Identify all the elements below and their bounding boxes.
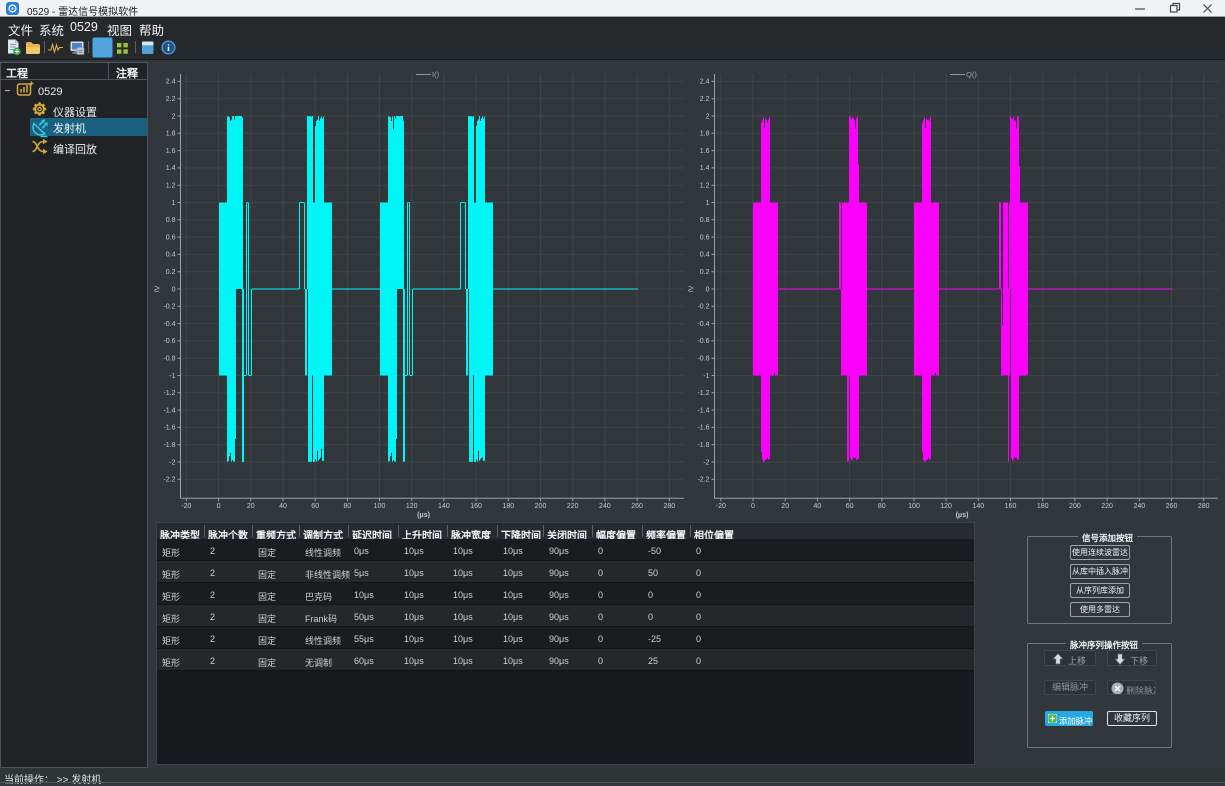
svg-text:-1.2: -1.2 bbox=[163, 390, 175, 397]
svg-text:120: 120 bbox=[406, 503, 418, 510]
svg-text:280: 280 bbox=[663, 503, 675, 510]
svg-text:0: 0 bbox=[217, 503, 221, 510]
svg-text:-2.2: -2.2 bbox=[163, 477, 175, 484]
svg-text:-1.6: -1.6 bbox=[697, 425, 709, 432]
svg-text:-1.4: -1.4 bbox=[163, 407, 175, 414]
svg-text:0.2: 0.2 bbox=[166, 269, 176, 276]
svg-text:2: 2 bbox=[706, 113, 710, 120]
svg-text:-1.8: -1.8 bbox=[163, 442, 175, 449]
svg-text:-1.6: -1.6 bbox=[163, 425, 175, 432]
svg-text:2.4: 2.4 bbox=[700, 79, 710, 86]
svg-text:240: 240 bbox=[1133, 503, 1145, 510]
svg-text:140: 140 bbox=[972, 503, 984, 510]
svg-text:20: 20 bbox=[781, 503, 789, 510]
svg-text:Q(): Q() bbox=[966, 70, 977, 79]
svg-text:2.2: 2.2 bbox=[166, 96, 176, 103]
svg-text:1.6: 1.6 bbox=[700, 148, 710, 155]
svg-text:1.8: 1.8 bbox=[166, 131, 176, 138]
svg-text:280: 280 bbox=[1198, 503, 1210, 510]
svg-text:0: 0 bbox=[751, 503, 755, 510]
svg-text:-0.6: -0.6 bbox=[697, 338, 709, 345]
svg-text:200: 200 bbox=[1069, 503, 1081, 510]
svg-text:160: 160 bbox=[1005, 503, 1017, 510]
svg-text:1.6: 1.6 bbox=[166, 148, 176, 155]
svg-text:180: 180 bbox=[502, 503, 514, 510]
svg-text:-0.2: -0.2 bbox=[163, 304, 175, 311]
svg-text:/V: /V bbox=[155, 285, 162, 292]
svg-text:260: 260 bbox=[631, 503, 643, 510]
svg-text:80: 80 bbox=[878, 503, 886, 510]
svg-text:100: 100 bbox=[374, 503, 386, 510]
svg-text:1.4: 1.4 bbox=[700, 165, 710, 172]
svg-text:20: 20 bbox=[247, 503, 255, 510]
svg-text:0.4: 0.4 bbox=[166, 252, 176, 259]
svg-text:40: 40 bbox=[279, 503, 287, 510]
svg-text:-20: -20 bbox=[181, 503, 191, 510]
svg-text:-0.2: -0.2 bbox=[697, 304, 709, 311]
svg-text:-20: -20 bbox=[716, 503, 726, 510]
svg-text:-1: -1 bbox=[169, 373, 175, 380]
svg-text:2: 2 bbox=[172, 113, 176, 120]
svg-text:-2: -2 bbox=[703, 459, 709, 466]
svg-text:60: 60 bbox=[846, 503, 854, 510]
svg-text:0.4: 0.4 bbox=[700, 252, 710, 259]
svg-text:120: 120 bbox=[940, 503, 952, 510]
svg-text:0.6: 0.6 bbox=[700, 234, 710, 241]
svg-text:140: 140 bbox=[438, 503, 450, 510]
svg-text:(μs): (μs) bbox=[956, 512, 969, 519]
svg-text:200: 200 bbox=[535, 503, 547, 510]
svg-text:-1.2: -1.2 bbox=[697, 390, 709, 397]
svg-text:0: 0 bbox=[706, 286, 710, 293]
svg-text:160: 160 bbox=[470, 503, 482, 510]
svg-text:0.6: 0.6 bbox=[166, 234, 176, 241]
svg-text:1.4: 1.4 bbox=[166, 165, 176, 172]
svg-text:180: 180 bbox=[1037, 503, 1049, 510]
svg-text:1: 1 bbox=[706, 200, 710, 207]
svg-text:0.8: 0.8 bbox=[700, 217, 710, 224]
svg-text:100: 100 bbox=[908, 503, 920, 510]
svg-text:260: 260 bbox=[1166, 503, 1178, 510]
svg-text:-0.8: -0.8 bbox=[163, 356, 175, 363]
svg-text:(μs): (μs) bbox=[417, 512, 430, 519]
svg-text:-2: -2 bbox=[169, 459, 175, 466]
svg-text:/V: /V bbox=[689, 285, 696, 292]
svg-text:240: 240 bbox=[599, 503, 611, 510]
svg-text:-2.2: -2.2 bbox=[697, 477, 709, 484]
svg-text:60: 60 bbox=[311, 503, 319, 510]
svg-text:-0.4: -0.4 bbox=[697, 321, 709, 328]
svg-text:40: 40 bbox=[814, 503, 822, 510]
svg-text:2.2: 2.2 bbox=[700, 96, 710, 103]
svg-text:-0.6: -0.6 bbox=[163, 338, 175, 345]
svg-text:-1.8: -1.8 bbox=[697, 442, 709, 449]
svg-text:I(): I() bbox=[432, 70, 440, 79]
svg-text:0.8: 0.8 bbox=[166, 217, 176, 224]
svg-text:-1.4: -1.4 bbox=[697, 407, 709, 414]
svg-text:220: 220 bbox=[567, 503, 579, 510]
svg-text:-1: -1 bbox=[703, 373, 709, 380]
svg-text:1: 1 bbox=[172, 200, 176, 207]
svg-text:-0.4: -0.4 bbox=[163, 321, 175, 328]
svg-text:80: 80 bbox=[344, 503, 352, 510]
svg-text:220: 220 bbox=[1101, 503, 1113, 510]
svg-text:1.8: 1.8 bbox=[700, 131, 710, 138]
svg-text:-0.8: -0.8 bbox=[697, 356, 709, 363]
svg-text:1.2: 1.2 bbox=[166, 183, 176, 190]
svg-text:0.2: 0.2 bbox=[700, 269, 710, 276]
svg-text:1.2: 1.2 bbox=[700, 183, 710, 190]
svg-text:0: 0 bbox=[172, 286, 176, 293]
svg-text:2.4: 2.4 bbox=[166, 79, 176, 86]
